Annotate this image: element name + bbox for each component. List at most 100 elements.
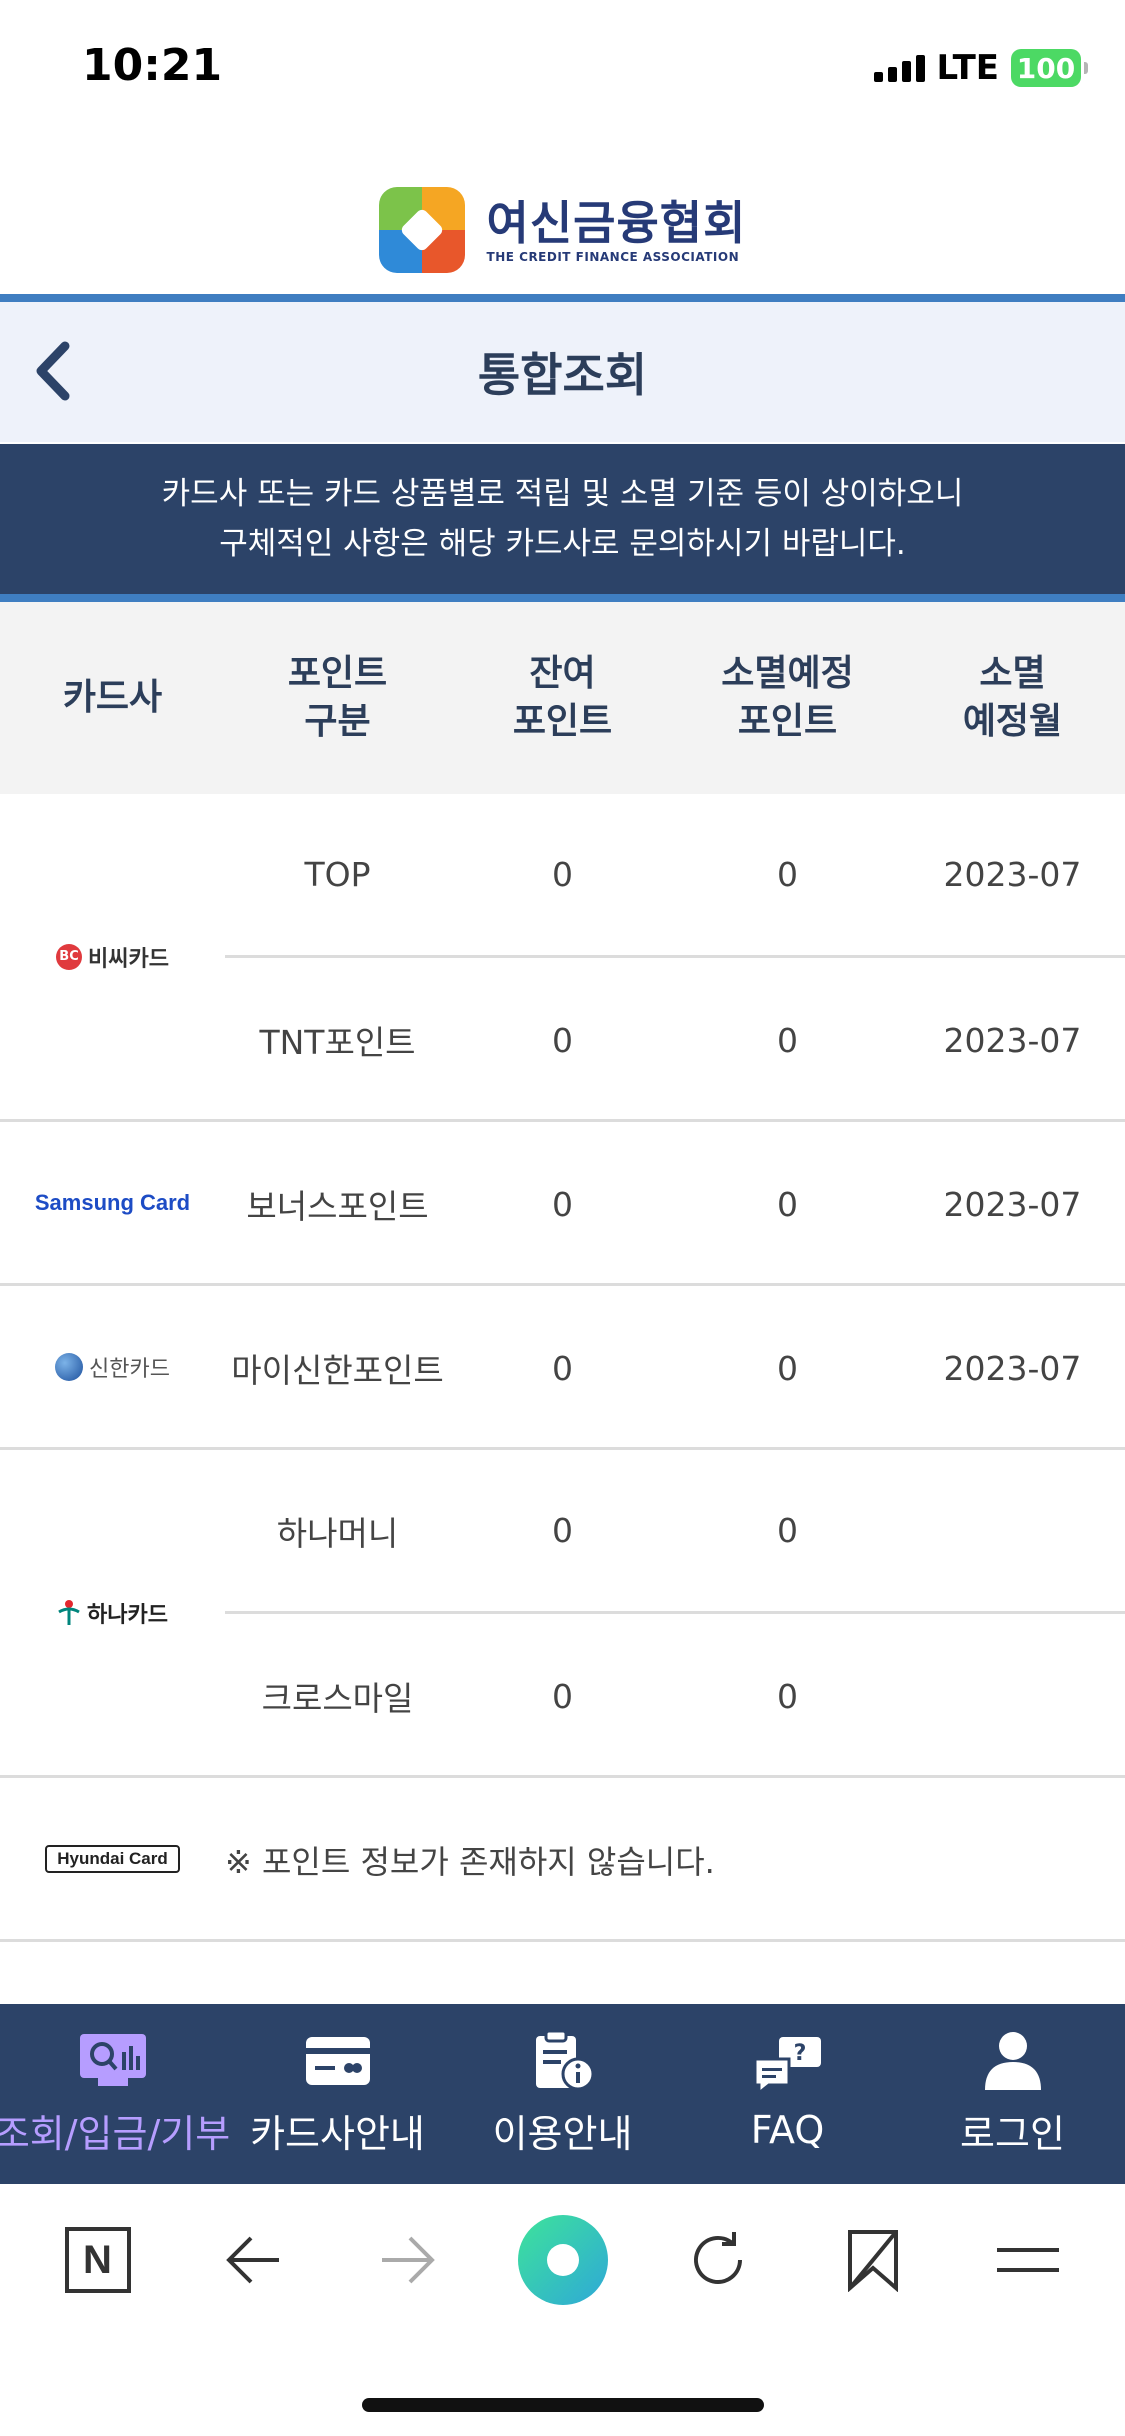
header-balance: 잔여 포인트 (512, 653, 613, 742)
expiring-value: 0 (777, 855, 798, 894)
battery-level: 100 (1016, 51, 1076, 85)
tab-label: 카드사안내 (250, 2111, 425, 2156)
browser-toolbar: N (0, 2184, 1125, 2336)
signal-icon (873, 54, 925, 82)
logo-korean: 여신금융협회 (486, 196, 747, 250)
bc-logo-icon: BC (56, 943, 83, 970)
tab-usage-guide[interactable]: 이용안내 (450, 2004, 675, 2184)
bookmark-button[interactable] (818, 2205, 928, 2315)
balance-value: 0 (552, 1184, 573, 1224)
green-dot-icon (517, 2215, 608, 2305)
expire-month: 2023-07 (943, 1020, 1082, 1060)
header-expiring: 소멸예정 포인트 (721, 653, 854, 742)
faq-chat-icon: ? (753, 2036, 823, 2097)
expiring-value: 0 (777, 1511, 798, 1550)
back-button[interactable] (18, 336, 88, 406)
divider (0, 294, 1125, 302)
table-row: 크로스마일 0 0 (225, 1614, 1125, 1778)
card-group-samsung: Samsung Card 보너스포인트 0 0 2023-07 (0, 1122, 1125, 1286)
expire-month: 2023-07 (943, 1184, 1082, 1224)
network-type: LTE (936, 48, 999, 88)
table-row: TOP 0 0 2023-07 (225, 794, 1125, 958)
header-expire-month: 소멸 예정월 (962, 653, 1063, 742)
browser-forward-button[interactable] (353, 2205, 463, 2315)
card-group-bc: BC 비씨카드 TOP 0 0 2023-07 TNT포인트 0 0 2023-0… (0, 794, 1125, 1122)
green-dot-button[interactable] (508, 2205, 618, 2315)
bc-card-logo: BC 비씨카드 (0, 794, 225, 1119)
shinhan-card-logo: 신한카드 (0, 1286, 225, 1447)
header-point-type: 포인트 구분 (287, 653, 388, 742)
card-group-hyundai: Hyundai Card ※ 포인트 정보가 존재하지 않습니다. (0, 1778, 1125, 1942)
bottom-tab-bar: 조회/입금/기부 카드사안내 이용안내 ? FAQ 로그인 (0, 2004, 1125, 2184)
expiring-value: 0 (777, 1676, 798, 1716)
naver-home-button[interactable]: N (43, 2205, 153, 2315)
divider (0, 594, 1125, 602)
card-icon (303, 2031, 373, 2091)
point-type: 보너스포인트 (246, 1187, 429, 1226)
table-header: 카드사 포인트 구분 잔여 포인트 소멸예정 포인트 소멸 예정월 (0, 602, 1125, 794)
arrow-right-icon (381, 2236, 435, 2284)
header-company: 카드사 (62, 677, 163, 718)
hana-logo-icon (58, 1599, 80, 1625)
page-title: 통합조회 (477, 348, 648, 402)
point-type: TOP (304, 855, 371, 894)
point-type: 크로스마일 (261, 1679, 414, 1718)
balance-value: 0 (552, 1020, 573, 1060)
tab-faq[interactable]: ? FAQ (675, 2004, 900, 2184)
expire-month: 2023-07 (943, 1348, 1082, 1388)
tab-card-company-info[interactable]: 카드사안내 (225, 2004, 450, 2184)
logo-mark-icon (378, 187, 465, 273)
tab-label: 로그인 (960, 2111, 1065, 2156)
home-indicator[interactable] (362, 2398, 764, 2412)
balance-value: 0 (552, 1676, 573, 1716)
table-row: TNT포인트 0 0 2023-07 (225, 958, 1125, 1122)
naver-n-icon: N (64, 2227, 131, 2293)
hana-card-logo: 하나카드 (0, 1450, 225, 1775)
tab-label: FAQ (750, 2108, 825, 2152)
samsung-card-logo: Samsung Card (34, 1189, 191, 1215)
point-type: 마이신한포인트 (231, 1351, 444, 1390)
notice-line-1: 카드사 또는 카드 상품별로 적립 및 소멸 기준 등이 상이하오니 (161, 476, 964, 512)
clipboard-info-icon (528, 2029, 598, 2091)
tab-login[interactable]: 로그인 (900, 2004, 1125, 2184)
chevron-left-icon (36, 341, 70, 401)
table-row: 하나머니 0 0 (225, 1450, 1125, 1614)
title-bar: 통합조회 (0, 302, 1125, 442)
notice-line-2: 구체적인 사항은 해당 카드사로 문의하시기 바랍니다. (219, 526, 906, 562)
no-point-info-message: ※ 포인트 정보가 존재하지 않습니다. (225, 1843, 715, 1881)
card-group-hana: 하나카드 하나머니 0 0 크로스마일 0 0 (0, 1450, 1125, 1778)
hyundai-card-logo: Hyundai Card (0, 1778, 225, 1939)
notice-banner: 카드사 또는 카드 상품별로 적립 및 소멸 기준 등이 상이하오니 구체적인 … (0, 444, 1125, 594)
balance-value: 0 (552, 855, 573, 894)
search-chart-icon (78, 2031, 148, 2091)
expiring-value: 0 (777, 1348, 798, 1388)
battery-icon: 100 (1011, 49, 1088, 87)
menu-button[interactable] (973, 2205, 1083, 2315)
hamburger-icon (996, 2248, 1059, 2272)
tab-label: 이용안내 (492, 2111, 633, 2156)
expire-month: 2023-07 (943, 855, 1082, 894)
balance-value: 0 (552, 1348, 573, 1388)
balance-value: 0 (552, 1511, 573, 1550)
card-group-shinhan: 신한카드 마이신한포인트 0 0 2023-07 (0, 1286, 1125, 1450)
status-time: 10:21 (82, 40, 223, 91)
svg-text:?: ? (793, 2041, 806, 2066)
logo-english: THE CREDIT FINANCE ASSOCIATION (486, 250, 740, 264)
tab-label: 조회/입금/기부 (0, 2111, 231, 2156)
arrow-left-icon (225, 2236, 279, 2284)
status-indicators: LTE 100 (873, 48, 1088, 88)
association-logo[interactable]: 여신금융협회 THE CREDIT FINANCE ASSOCIATION (0, 160, 1125, 300)
browser-back-button[interactable] (198, 2205, 308, 2315)
reload-button[interactable] (663, 2205, 773, 2315)
expiring-value: 0 (777, 1020, 798, 1060)
table-row: 보너스포인트 0 0 2023-07 (225, 1122, 1125, 1286)
expiring-value: 0 (777, 1184, 798, 1224)
tab-inquiry[interactable]: 조회/입금/기부 (0, 2004, 230, 2184)
reload-icon (693, 2232, 742, 2284)
point-type: TNT포인트 (259, 1023, 416, 1062)
user-icon (978, 2031, 1048, 2091)
point-type: 하나머니 (276, 1513, 399, 1553)
globe-icon (55, 1352, 84, 1381)
bookmark-icon (847, 2230, 898, 2292)
status-bar: 10:21 LTE 100 (0, 0, 1125, 140)
